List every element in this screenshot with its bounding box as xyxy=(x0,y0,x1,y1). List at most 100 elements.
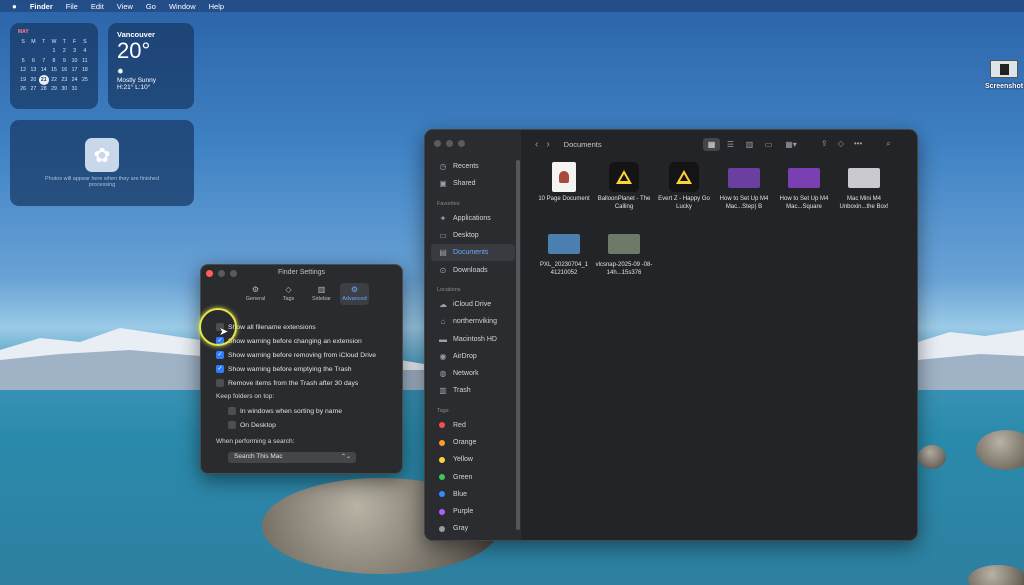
share-icon[interactable]: ⇪ xyxy=(821,139,828,149)
calendar-day[interactable]: 9 xyxy=(59,56,69,66)
calendar-day[interactable]: 21 xyxy=(38,75,49,85)
tag-icon[interactable]: ◇ xyxy=(838,139,844,149)
sidebar-scrollbar[interactable] xyxy=(516,160,520,530)
gallery-view-icon[interactable]: ▭ xyxy=(760,138,777,151)
menu-go[interactable]: Go xyxy=(146,2,156,11)
file-item[interactable]: vlcsnap-2025-09 -08-14h...15s376 xyxy=(593,228,655,277)
sidebar-item-shared[interactable]: ▣ Shared xyxy=(425,175,521,192)
option-checkbox-row[interactable]: ✓ Show warning before removing from iClou… xyxy=(216,349,376,361)
calendar-day[interactable]: 25 xyxy=(80,75,90,85)
desktop-file-screenshot[interactable]: Screenshot xyxy=(984,60,1024,90)
file-item[interactable]: PXL_20230704_1 41210052 xyxy=(533,228,595,277)
calendar-day[interactable]: 4 xyxy=(80,47,90,57)
list-view-icon[interactable]: ☰ xyxy=(722,138,739,151)
column-view-icon[interactable]: ▥ xyxy=(741,138,758,151)
option-checkbox-row[interactable]: ✓ Show warning before changing an extensi… xyxy=(216,335,362,347)
more-icon[interactable]: ••• xyxy=(854,139,862,149)
file-item[interactable]: Mac Mini M4 Unboxin...the Box! xyxy=(833,162,895,211)
minimize-button[interactable] xyxy=(446,140,453,147)
sidebar-item-applications[interactable]: ✦ Applications xyxy=(425,210,521,227)
calendar-day[interactable]: 11 xyxy=(80,56,90,66)
sidebar-item-macintosh-hd[interactable]: ▬ Macintosh HD xyxy=(425,330,521,347)
calendar-day[interactable]: 23 xyxy=(59,75,69,85)
calendar-day[interactable]: 8 xyxy=(49,56,59,66)
calendar-day[interactable]: 24 xyxy=(69,75,79,85)
file-item[interactable]: 10 Page Document xyxy=(533,162,595,204)
sidebar-item-desktop[interactable]: ▭ Desktop xyxy=(425,227,521,244)
checkbox[interactable]: ✓ xyxy=(216,365,224,373)
sidebar-item-trash[interactable]: ▥ Trash xyxy=(425,382,521,399)
calendar-day[interactable]: 12 xyxy=(18,66,28,76)
sidebar-item-icloud-drive[interactable]: ☁ iCloud Drive xyxy=(425,296,521,313)
calendar-day[interactable]: 19 xyxy=(18,75,28,85)
menu-help[interactable]: Help xyxy=(209,2,224,11)
menu-view[interactable]: View xyxy=(117,2,133,11)
sidebar-item-airdrop[interactable]: ◉ AirDrop xyxy=(425,348,521,365)
calendar-day[interactable]: 1 xyxy=(49,47,59,57)
search-scope-select[interactable]: Search This Mac ⌃⌄ xyxy=(228,452,356,463)
calendar-day[interactable]: 28 xyxy=(39,85,49,95)
close-button[interactable] xyxy=(434,140,441,147)
calendar-day[interactable]: 16 xyxy=(59,66,69,76)
apple-menu-icon[interactable]: ● xyxy=(12,2,17,11)
checkbox[interactable] xyxy=(216,379,224,387)
calendar-day[interactable]: 5 xyxy=(18,56,28,66)
menu-app-finder[interactable]: Finder xyxy=(30,2,53,11)
back-forward-icon[interactable]: ‹› xyxy=(535,139,558,150)
photos-widget[interactable]: ✿ Photos will appear here when they are … xyxy=(10,120,194,206)
keep-folders-checkbox-row[interactable]: In windows when sorting by name xyxy=(228,405,342,417)
sidebar-tag-orange[interactable]: Orange xyxy=(425,434,521,451)
finder-settings-window[interactable]: Finder Settings ⚙ General ◇ Tags ▥ Sidebar … xyxy=(200,264,403,474)
calendar-day[interactable]: 14 xyxy=(39,66,49,76)
finder-window[interactable]: ◷ Recents ▣ Shared Favorites ✦ Applications ▭ De… xyxy=(424,129,918,541)
weather-widget[interactable]: Vancouver 20° ✹ Mostly Sunny H:21° L:10° xyxy=(108,23,194,109)
calendar-day[interactable]: 10 xyxy=(69,56,79,66)
tab-general[interactable]: ⚙ General xyxy=(241,283,270,305)
calendar-day[interactable] xyxy=(28,47,38,57)
calendar-day[interactable] xyxy=(80,85,90,95)
calendar-day[interactable]: 13 xyxy=(28,66,38,76)
file-item[interactable]: How to Set Up M4 Mac...Square xyxy=(773,162,835,211)
sidebar-tag-gray[interactable]: Gray xyxy=(425,520,521,537)
file-item[interactable]: Evert Z - Happy Go Lucky xyxy=(653,162,715,211)
sidebar-tag-purple[interactable]: Purple xyxy=(425,503,521,520)
calendar-day[interactable]: 3 xyxy=(69,47,79,57)
checkbox[interactable] xyxy=(228,407,236,415)
sidebar-item-network[interactable]: ◍ Network xyxy=(425,365,521,382)
menu-edit[interactable]: Edit xyxy=(91,2,104,11)
calendar-day[interactable]: 18 xyxy=(80,66,90,76)
group-icon[interactable]: ▦▾ xyxy=(779,138,803,151)
sidebar-item-downloads[interactable]: ⊙ Downloads xyxy=(425,261,521,278)
calendar-day[interactable]: 15 xyxy=(49,66,59,76)
file-item[interactable]: How to Set Up M4 Mac...Step) B xyxy=(713,162,775,211)
menu-window[interactable]: Window xyxy=(169,2,196,11)
calendar-widget[interactable]: MAY S M T W T F S 1 2 3 4 5 6 7 8 9 10 11 12 13 14 15 16 17 18 19… xyxy=(10,23,98,109)
tab-tags[interactable]: ◇ Tags xyxy=(274,283,303,305)
tab-sidebar[interactable]: ▥ Sidebar xyxy=(307,283,336,305)
calendar-day[interactable] xyxy=(39,47,49,57)
calendar-day[interactable]: 26 xyxy=(18,85,28,95)
calendar-day[interactable]: 30 xyxy=(59,85,69,95)
checkbox[interactable]: ✓ xyxy=(216,351,224,359)
calendar-day[interactable]: 17 xyxy=(69,66,79,76)
zoom-button[interactable] xyxy=(458,140,465,147)
file-item[interactable]: BalloonPlanet - The Calling xyxy=(593,162,655,211)
sidebar-item-recents[interactable]: ◷ Recents xyxy=(425,158,521,175)
sidebar-item-documents[interactable]: ▤ Documents xyxy=(431,244,515,262)
calendar-day[interactable]: 31 xyxy=(69,85,79,95)
sidebar-tag-green[interactable]: Green xyxy=(425,468,521,485)
tab-advanced[interactable]: ⚙ Advanced xyxy=(340,283,369,305)
search-icon[interactable]: ⌕ xyxy=(886,139,890,149)
sidebar-tag-yellow[interactable]: Yellow xyxy=(425,451,521,468)
calendar-day[interactable]: 29 xyxy=(49,85,59,95)
icon-view-icon[interactable]: ▦ xyxy=(703,137,720,151)
calendar-day[interactable]: 2 xyxy=(59,47,69,57)
menu-file[interactable]: File xyxy=(66,2,78,11)
sidebar-tag-blue[interactable]: Blue xyxy=(425,486,521,503)
calendar-day[interactable]: 6 xyxy=(28,56,38,66)
calendar-day[interactable]: 22 xyxy=(49,75,59,85)
calendar-day[interactable]: 7 xyxy=(39,56,49,66)
sidebar-tag-red[interactable]: Red xyxy=(425,417,521,434)
sidebar-item-northernviking[interactable]: ⌂ northernviking xyxy=(425,313,521,330)
keep-folders-checkbox-row[interactable]: On Desktop xyxy=(228,419,276,431)
